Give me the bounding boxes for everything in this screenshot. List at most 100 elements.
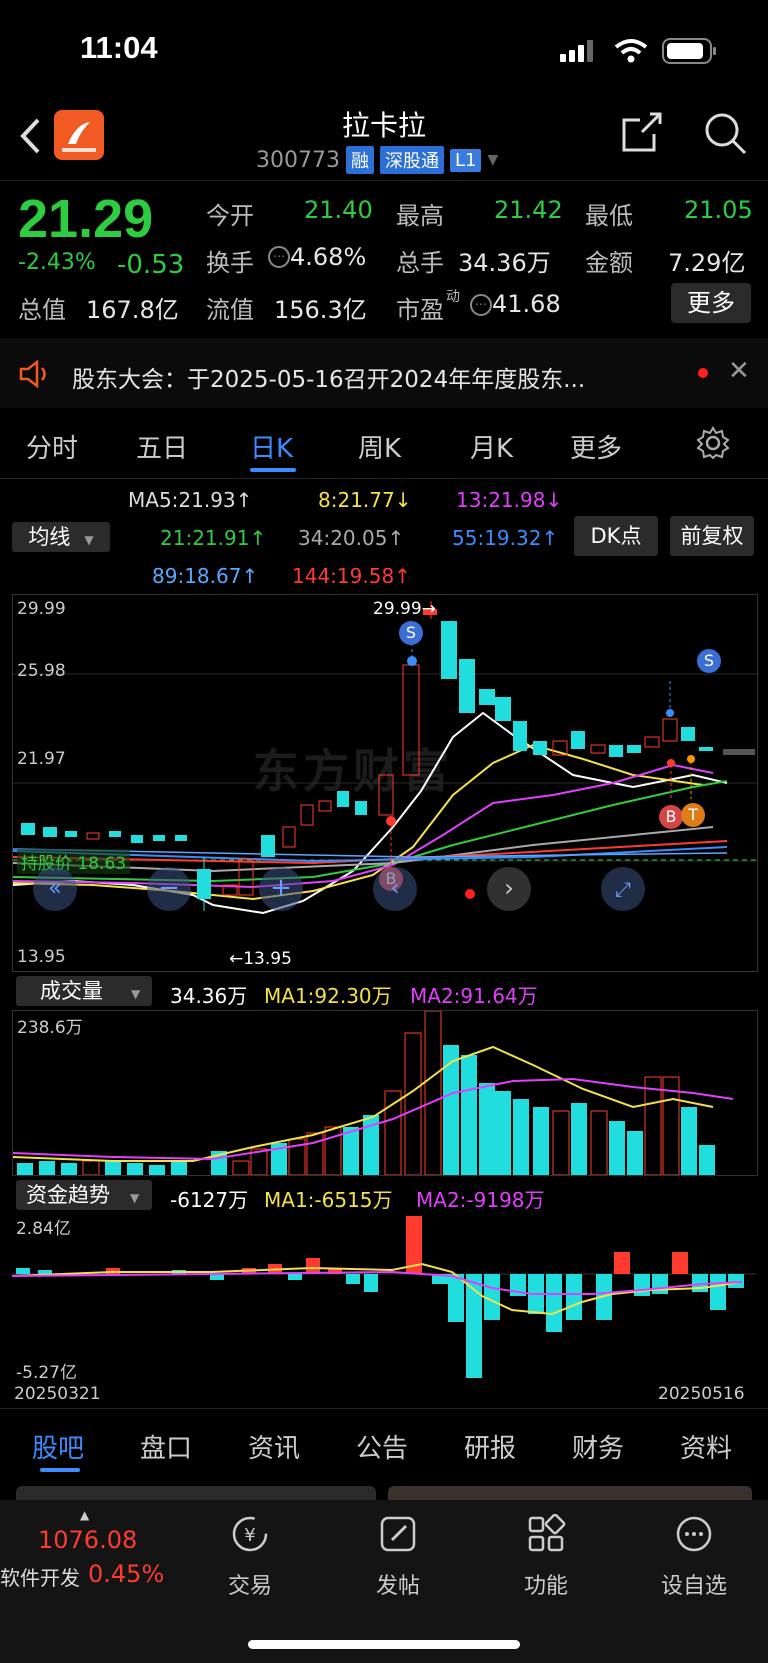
wifi-icon xyxy=(614,39,648,63)
sell-signal-icon[interactable]: S xyxy=(399,621,423,645)
nav-post[interactable]: 发帖 xyxy=(348,1514,448,1600)
pe-sup: 动 xyxy=(446,289,460,305)
tab-research[interactable]: 研报 xyxy=(464,1428,516,1465)
nav-trade[interactable]: ¥ 交易 xyxy=(200,1514,300,1600)
more-circle-icon xyxy=(676,1516,712,1552)
capital-value: -6127万 xyxy=(170,1188,249,1212)
amount-value: 7.29亿 xyxy=(668,249,746,277)
capital-min-label: -5.27亿 xyxy=(16,1363,77,1383)
volume-value: 34.36万 xyxy=(458,249,551,277)
buy-signal-icon-2[interactable]: B xyxy=(659,805,683,829)
rewind-icon[interactable]: « xyxy=(33,867,77,911)
chevron-down-icon[interactable]: ▼ xyxy=(487,152,498,168)
caret-up-icon: ▲ xyxy=(80,1508,90,1522)
notice-bar[interactable]: 股东大会：于2025-05-16召开2024年年度股东... ✕ xyxy=(0,338,768,408)
capital-selector-label: 资金趋势 xyxy=(26,1183,110,1207)
mcap-value: 167.8亿 xyxy=(86,296,179,324)
pe-info-icon[interactable]: ⋯ xyxy=(470,294,492,316)
card-top-right xyxy=(388,1486,752,1500)
low-label: 最低 xyxy=(585,202,633,230)
kline-chart[interactable]: 东方财富 29.99 25.98 21.97 13.95 29.99→ ←13.… xyxy=(12,594,758,972)
tab-five-day[interactable]: 五日 xyxy=(136,428,188,465)
notice-dot xyxy=(698,368,708,378)
volume-chart[interactable]: 238.6万 xyxy=(12,1010,758,1176)
info-icon[interactable]: ⋯ xyxy=(268,246,290,268)
volume-selector[interactable]: 成交量 ▼ xyxy=(16,976,152,1006)
tag-connect: 深股通 xyxy=(379,146,444,174)
tab-news[interactable]: 资讯 xyxy=(248,1428,300,1465)
tab-weekly-k[interactable]: 周K xyxy=(358,428,401,465)
close-icon[interactable]: ✕ xyxy=(728,356,750,386)
capital-selector[interactable]: 资金趋势 ▼ xyxy=(16,1180,152,1210)
tab-guba[interactable]: 股吧 xyxy=(32,1428,84,1465)
tab-monthly-k[interactable]: 月K xyxy=(470,428,513,465)
tag-margin: 融 xyxy=(345,146,374,174)
t-signal-icon[interactable]: T xyxy=(681,803,705,827)
dk-button[interactable]: DK点 xyxy=(574,516,658,556)
tab-announce[interactable]: 公告 xyxy=(356,1428,408,1465)
stock-name: 拉卡拉 xyxy=(341,109,426,142)
hold-price-label: 持股价 18.63 xyxy=(17,849,131,874)
more-button[interactable]: 更多 xyxy=(671,283,751,323)
home-indicator[interactable] xyxy=(248,1640,520,1649)
open-value: 21.40 xyxy=(304,196,373,224)
y-label-min: 13.95 xyxy=(17,947,66,967)
gear-icon[interactable] xyxy=(696,426,730,460)
amount-label: 金额 xyxy=(585,249,633,277)
capital-ma1: MA1:-6515万 xyxy=(264,1188,393,1212)
volume-selector-label: 成交量 xyxy=(40,979,103,1003)
tab-more[interactable]: 更多 xyxy=(570,428,622,465)
change-value: -0.53 xyxy=(117,250,185,280)
date-start: 20250321 xyxy=(14,1384,101,1404)
tab-finance[interactable]: 财务 xyxy=(572,1428,624,1465)
edit-icon xyxy=(380,1516,416,1552)
max-price-marker: 29.99→ xyxy=(373,599,436,619)
sell-signal-icon-2[interactable]: S xyxy=(697,649,721,673)
low-value: 21.05 xyxy=(684,196,753,224)
speaker-icon xyxy=(19,360,46,388)
high-label: 最高 xyxy=(396,202,444,230)
volume-value: 34.36万 xyxy=(170,984,248,1008)
fq-button[interactable]: 前复权 xyxy=(670,516,754,556)
index-pct[interactable]: 0.45% xyxy=(88,1560,164,1588)
current-price: 21.29 xyxy=(18,189,154,249)
ma55-label: 55:19.32↑ xyxy=(452,526,559,550)
nav-function[interactable]: 功能 xyxy=(496,1513,596,1600)
tab-daily-k[interactable]: 日K xyxy=(250,428,293,465)
zoom-in-icon[interactable]: + xyxy=(259,867,303,911)
card-top-left xyxy=(16,1486,376,1500)
tab-pankou[interactable]: 盘口 xyxy=(140,1428,192,1465)
ma8-label: 8:21.77↓ xyxy=(318,488,412,512)
nav-trade-label: 交易 xyxy=(227,1574,272,1599)
ma89-label: 89:18.67↑ xyxy=(152,564,259,588)
mcap-label: 总值 xyxy=(18,296,66,324)
float-label: 流值 xyxy=(206,296,254,324)
nav-watchlist[interactable]: 设自选 xyxy=(644,1514,744,1600)
capital-dropdown-icon: ▼ xyxy=(130,1191,140,1205)
stock-code-row: 300773 融 深股通 L1 ▼ xyxy=(256,146,498,174)
high-value: 21.42 xyxy=(494,196,563,224)
change-pct: -2.43% xyxy=(18,250,96,275)
next-icon[interactable]: › xyxy=(487,867,531,911)
volume-ma1: MA1:92.30万 xyxy=(264,984,392,1008)
prev-icon[interactable]: ‹ xyxy=(373,867,417,911)
fullscreen-icon[interactable]: ⤢ xyxy=(601,867,645,911)
zoom-out-icon[interactable]: − xyxy=(147,867,191,911)
ma21-label: 21:21.91↑ xyxy=(160,526,267,550)
min-price-marker: ←13.95 xyxy=(229,949,292,969)
index-value[interactable]: 1076.08 xyxy=(38,1526,137,1554)
tab-timeshare[interactable]: 分时 xyxy=(26,428,78,465)
volume-dropdown-icon: ▼ xyxy=(131,987,141,1001)
battery-icon xyxy=(662,38,716,64)
capital-svg xyxy=(11,1216,756,1378)
capital-chart[interactable]: 2.84亿 -5.27亿 xyxy=(11,1212,756,1383)
turnover-value: 4.68% xyxy=(290,243,367,271)
tab-profile[interactable]: 资料 xyxy=(680,1428,732,1465)
ma-selector[interactable]: 均线 ▼ xyxy=(12,522,110,552)
tag-l1: L1 xyxy=(449,148,482,172)
pe-label: 市盈 xyxy=(396,296,444,324)
ma13-label: 13:21.98↓ xyxy=(456,488,563,512)
volume-svg xyxy=(12,1010,734,1176)
index-name[interactable]: 软件开发 xyxy=(0,1562,80,1591)
active-tab-indicator xyxy=(250,468,296,472)
